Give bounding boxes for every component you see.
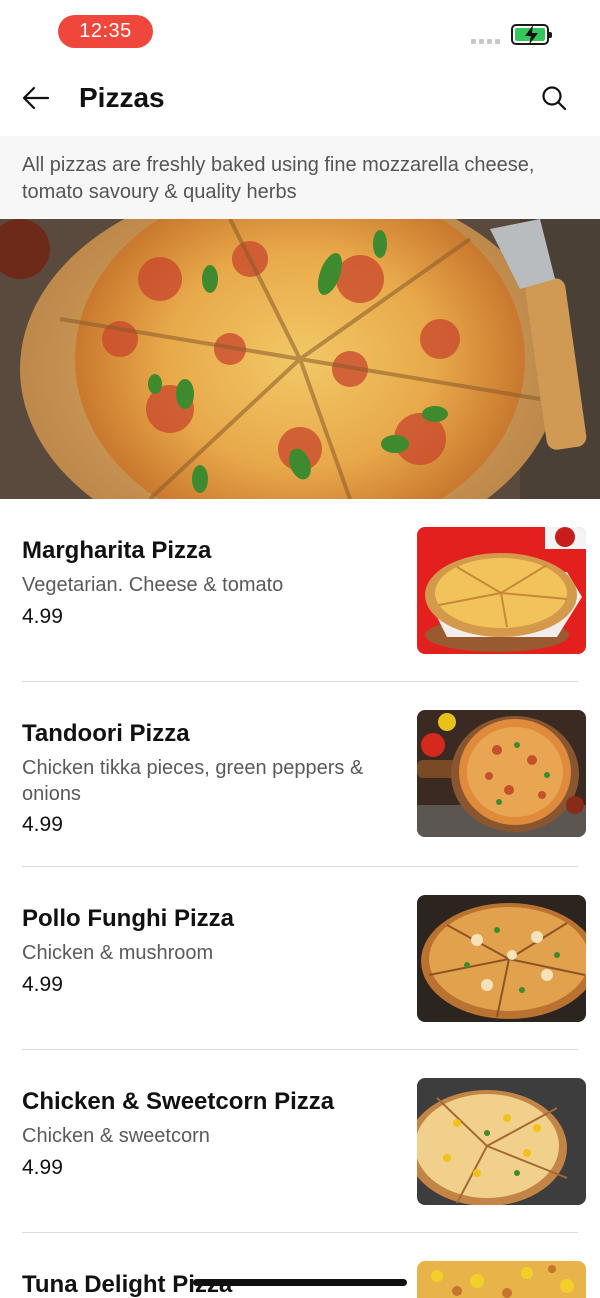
menu-item-chicken-sweetcorn-pizza[interactable]: Chicken & Sweetcorn Pizza Chicken & swee…	[0, 1050, 600, 1233]
page-title: Pizzas	[79, 82, 165, 113]
category-intro: All pizzas are freshly baked using fine …	[0, 136, 600, 219]
item-image-tandoori	[417, 710, 586, 837]
menu-item-tuna-delight-pizza[interactable]: Tuna Delight Pizza	[0, 1233, 600, 1298]
item-name: Margharita Pizza	[22, 537, 212, 564]
status-time: 12:35	[58, 15, 153, 48]
home-indicator[interactable]	[193, 1279, 407, 1286]
arrow-left-icon	[22, 86, 50, 110]
back-button[interactable]	[18, 80, 54, 116]
item-description: Chicken & sweetcorn	[22, 1125, 210, 1147]
search-button[interactable]	[536, 80, 572, 116]
menu-item-pollo-funghi-pizza[interactable]: Pollo Funghi Pizza Chicken & mushroom 4.…	[0, 867, 600, 1050]
search-icon	[542, 86, 567, 111]
item-price: 4.99	[22, 973, 63, 996]
item-name: Chicken & Sweetcorn Pizza	[22, 1088, 335, 1115]
item-price: 4.99	[22, 1156, 63, 1179]
status-bar: 12:35	[0, 0, 600, 60]
menu-item-tandoori-pizza[interactable]: Tandoori Pizza Chicken tikka pieces, gre…	[0, 682, 600, 867]
category-description: All pizzas are freshly baked using fine …	[22, 154, 535, 203]
item-image-pollo-funghi	[417, 895, 586, 1022]
battery-icon	[511, 24, 552, 45]
item-name: Pollo Funghi Pizza	[22, 905, 234, 932]
item-image-tuna-delight	[417, 1261, 586, 1298]
menu-item-margharita-pizza[interactable]: Margharita Pizza Vegetarian. Cheese & to…	[0, 499, 600, 682]
item-description: Vegetarian. Cheese & tomato	[22, 574, 284, 596]
item-price: 4.99	[22, 813, 63, 836]
item-price: 4.99	[22, 605, 63, 628]
item-description: Chicken tikka pieces, green peppers & on…	[22, 757, 364, 805]
hero-pizza-image	[0, 219, 600, 499]
signal-icon	[471, 39, 500, 44]
item-image-margharita	[417, 527, 586, 654]
item-image-chicken-sweetcorn	[417, 1078, 586, 1205]
item-name: Tandoori Pizza	[22, 720, 190, 747]
app-header: Pizzas	[0, 60, 600, 136]
item-description: Chicken & mushroom	[22, 942, 214, 964]
